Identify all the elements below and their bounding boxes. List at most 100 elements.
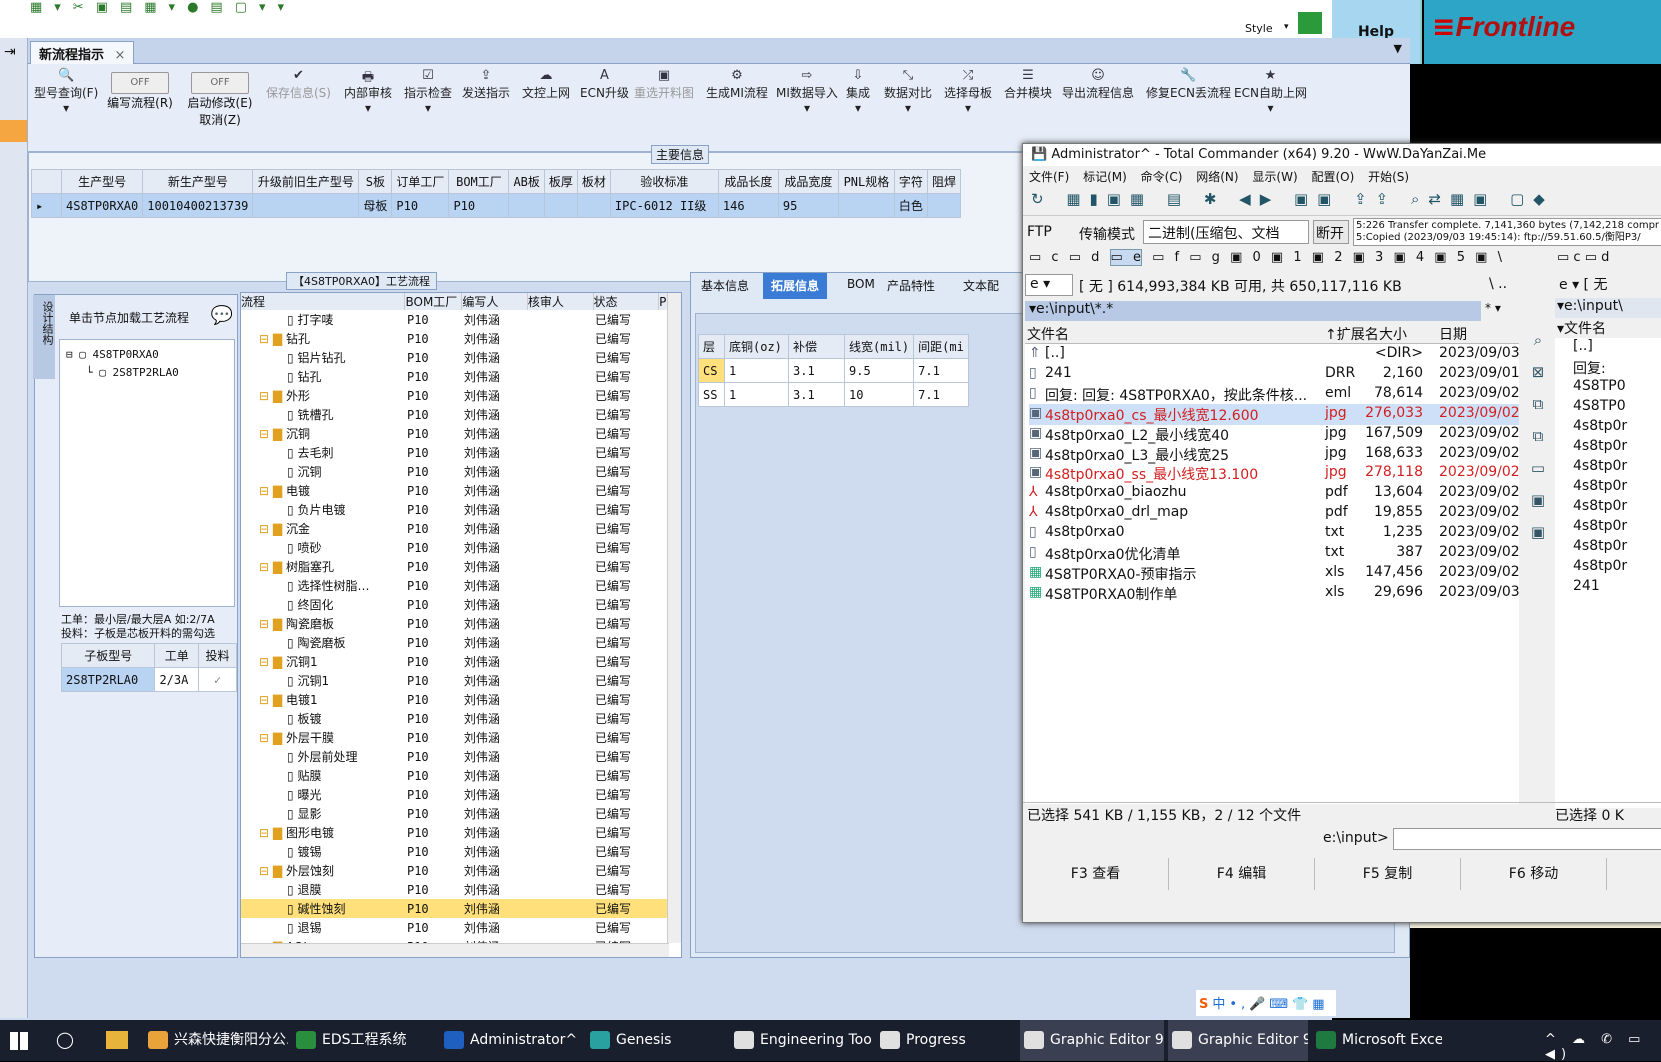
tc-left-path[interactable]: ▾e:\input\*.* [1025,301,1481,321]
layer-cell[interactable]: 3.1 [788,382,845,407]
col-sub-model[interactable]: 子板型号 [60,643,156,668]
process-name-cell[interactable]: ⊟ ▇ 电镀 [241,481,405,500]
process-name-cell[interactable]: ⊟ ▇ 外层干膜 [241,728,405,747]
process-name-cell[interactable]: ▯ 沉铜 [241,462,405,481]
right-file-row[interactable]: 4s8tp0r [1555,458,1661,478]
col-header[interactable]: 板材 [576,169,611,194]
info-cell[interactable]: P10 [448,193,510,218]
file-row[interactable]: ▯ 241 DRR 2,160 2023/09/01 [1029,364,1520,385]
tab-menu-icon[interactable]: ▼ [1394,42,1402,55]
process-row[interactable]: ▯ 沉铜1 P10 刘伟涵 已编写 [241,671,681,690]
drive-button[interactable]: ▣ 1 [1271,250,1302,265]
process-name-cell[interactable]: ▯ 沉铜1 [241,671,405,690]
file-row[interactable]: ▣ 4s8tp0rxa0_ss_最小线宽13.100 jpg 278,118 2023/… [1029,463,1520,484]
sidebar-marker[interactable] [0,120,27,142]
process-col-header[interactable]: 编写人 [461,293,528,310]
process-name-cell[interactable]: ▯ 外层前处理 [241,747,405,766]
row-indicator[interactable]: ▸ [31,193,62,218]
process-row[interactable]: ▯ 钻孔 P10 刘伟涵 已编写 [241,367,681,386]
file-row[interactable]: ▦ 4S8TP0RXA0-预审指示 xls 147,456 2023/09/02 [1029,563,1520,584]
system-tray[interactable]: ^ ☁ ✆ ▭ ◀) [1545,1032,1661,1062]
process-row[interactable]: ▯ 沉铜 P10 刘伟涵 已编写 [241,462,681,481]
info-tab[interactable]: 基本信息 [693,273,757,299]
ime-toolbar[interactable]: S中•,🎤⌨👕▦ [1196,990,1336,1016]
excel-icon[interactable] [1298,12,1322,34]
tc-menu-item[interactable]: 配置(O) [1311,170,1354,184]
col-size[interactable]: 大小 [1379,324,1407,344]
layer-cell[interactable]: 3.1 [788,358,845,383]
start-modify-toggle[interactable]: OFF 启动修改(E) 取消(Z) [184,72,256,127]
edit-process-toggle[interactable]: OFF 编写流程(R) [104,72,176,116]
process-name-cell[interactable]: ▯ 陶瓷磨板 [241,633,405,652]
col-header[interactable]: PNL规格 [837,169,895,194]
taskbar-app[interactable]: Engineering Too... [730,1020,872,1061]
taskbar-app[interactable]: Graphic Editor 9.... [1168,1020,1308,1061]
drive-button[interactable]: ▣ 2 [1312,250,1343,265]
process-name-cell[interactable]: ▯ 去毛刺 [241,443,405,462]
process-name-cell[interactable]: ⊟ ▇ 树脂塞孔 [241,557,405,576]
taskbar-app[interactable]: Administrator^ -... [440,1020,580,1061]
drive-select[interactable]: e ▾ [1025,274,1073,296]
process-name-cell[interactable]: ▯ 板镀 [241,709,405,728]
process-name-cell[interactable]: ⊟ ▇ 沉铜1 [241,652,405,671]
style-label[interactable]: Style [1245,22,1273,35]
process-row[interactable]: ⊟ ▇ 陶瓷磨板 P10 刘伟涵 已编写 [241,614,681,633]
process-name-cell[interactable]: ▯ 选择性树脂… [241,576,405,595]
process-name-cell[interactable]: ⊟ ▇ 外层蚀刻 [241,861,405,880]
taskbar-app[interactable]: Graphic Editor 9.... [1020,1020,1164,1061]
drive-button[interactable]: ▣ 5 [1434,250,1465,265]
layer-col-header[interactable]: 补偿 [788,334,845,359]
process-name-cell[interactable]: ⊟ ▇ 图形电镀 [241,823,405,842]
process-name-cell[interactable]: ⊟ ▇ 沉金 [241,519,405,538]
info-cell[interactable]: 白色 [893,193,928,218]
tc-menu-item[interactable]: 标记(M) [1083,170,1127,184]
file-row[interactable]: ▣ 4s8tp0rxa0_L2_最小线宽40 jpg 167,509 2023/09/0… [1029,424,1520,445]
process-col-header[interactable]: BOM工厂 [404,293,463,310]
process-row[interactable]: ▯ 退膜 P10 刘伟涵 已编写 [241,880,681,899]
process-row[interactable]: ⊟ ▇ 外层干膜 P10 刘伟涵 已编写 [241,728,681,747]
process-hscroll[interactable] [241,943,669,957]
right-path[interactable]: ▾e:\input\ [1555,298,1661,318]
col-feed[interactable]: 投料 [198,643,237,668]
function-key-button[interactable]: F5 复制 [1315,858,1461,890]
process-name-cell[interactable]: ▯ 终固化 [241,595,405,614]
file-row[interactable]: ▯ 4s8tp0rxa0 txt 1,235 2023/09/02 [1029,523,1520,544]
tc-menu-item[interactable]: 开始(S) [1368,170,1409,184]
col-header[interactable]: S板 [358,169,393,194]
style-dropdown-icon[interactable]: ▾ [1284,22,1289,32]
process-row[interactable]: ⊟ ▇ 图形电镀 P10 刘伟涵 已编写 [241,823,681,842]
process-row[interactable]: ⊟ ▇ 电镀 P10 刘伟涵 已编写 [241,481,681,500]
layer-cell[interactable]: CS [698,358,725,383]
process-name-cell[interactable]: ▯ 曝光 [241,785,405,804]
file-row[interactable]: ▣ 4s8tp0rxa0_L3_最小线宽25 jpg 168,633 2023/09/0… [1029,444,1520,465]
process-name-cell[interactable]: ⊟ ▇ 电镀1 [241,690,405,709]
process-row[interactable]: ▯ 碱性蚀刻 P10 刘伟涵 已编写 [241,899,681,918]
layer-cell[interactable]: 1 [724,358,789,383]
process-row[interactable]: ⊟ ▇ 钻孔 P10 刘伟涵 已编写 [241,329,681,348]
col-date[interactable]: 日期 [1439,324,1467,344]
file-row[interactable]: ⅄ 4s8tp0rxa0_biaozhu pdf 13,604 2023/09/02 [1029,483,1520,504]
right-file-row[interactable]: 4S8TP0 [1555,398,1661,418]
drive-button[interactable]: ▣ \ [1475,250,1502,265]
tc-menu-item[interactable]: 命令(C) [1141,170,1183,184]
taskbar-app[interactable]: EDS工程系统 [292,1020,434,1061]
file-row[interactable]: ⅄ 4s8tp0rxa0_drl_map pdf 19,855 2023/09/02 [1029,503,1520,524]
col-header[interactable]: 阻焊 [926,169,961,194]
ribbon-reselect-cut[interactable]: ▣ 重选开料图 [634,68,694,101]
process-row[interactable]: ▯ 选择性树脂… P10 刘伟涵 已编写 [241,576,681,595]
col-header[interactable]: 订单工厂 [391,169,450,194]
process-name-cell[interactable]: ⊟ ▇ 陶瓷磨板 [241,614,405,633]
process-vscroll[interactable] [667,293,681,943]
process-row[interactable]: ▯ 铣槽孔 P10 刘伟涵 已编写 [241,405,681,424]
ribbon-save-info[interactable]: ✔ 保存信息(S) [266,68,331,101]
col-header[interactable]: 升级前旧生产型号 [252,169,360,194]
info-cell[interactable]: 95 [777,193,839,218]
process-name-cell[interactable]: ▯ 显影 [241,804,405,823]
col-header[interactable]: BOM工厂 [448,169,510,194]
close-icon[interactable]: × [115,48,126,63]
info-tab[interactable]: 拓展信息 [763,273,828,299]
ribbon-instruction-check[interactable]: ☑ 指示检查 ▾ [404,68,452,115]
process-row[interactable]: ▯ 外层前处理 P10 刘伟涵 已编写 [241,747,681,766]
layer-cell[interactable]: SS [698,382,725,407]
layer-col-header[interactable]: 线宽(mil) [843,334,915,359]
